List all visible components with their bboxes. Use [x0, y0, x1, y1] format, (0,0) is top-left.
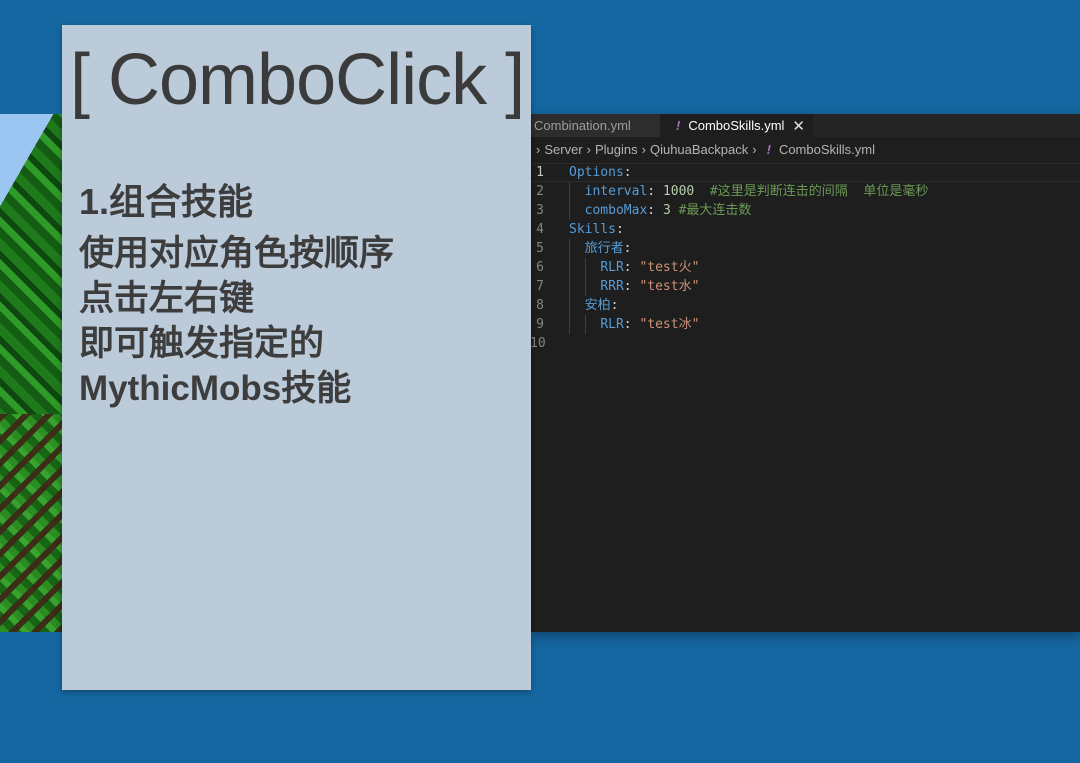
code-text: Skills:	[569, 220, 624, 239]
code-token: Options	[569, 165, 624, 180]
code-token: "test火"	[639, 260, 700, 275]
code-token: :	[623, 317, 640, 332]
line-number: 6	[536, 260, 544, 275]
yaml-file-icon: !	[676, 118, 681, 133]
chevron-right-icon: ›	[586, 141, 591, 157]
code-token: Skills	[569, 222, 616, 237]
line-number: 7	[536, 279, 544, 294]
tab-comboskills[interactable]: ! ComboSkills.yml ✕	[660, 114, 813, 137]
breadcrumb-item[interactable]: ComboSkills.yml	[779, 142, 875, 157]
line-number: 3	[536, 203, 544, 218]
code-token: 3	[662, 203, 671, 218]
tab-combination[interactable]: Combination.yml	[530, 114, 660, 137]
code-token: interval	[584, 184, 648, 199]
minecraft-background	[0, 114, 70, 632]
code-line[interactable]: 1 Options:	[530, 163, 1080, 182]
leaves-dirt-area	[0, 414, 70, 632]
code-editor-window: Combination.yml ! ComboSkills.yml ✕ › Se…	[530, 114, 1080, 632]
code-token: RRR	[600, 279, 624, 294]
yaml-file-icon: !	[766, 141, 771, 157]
code-token: :	[623, 241, 632, 256]
code-token: :	[615, 222, 624, 237]
card-title: [ ComboClick ]	[70, 40, 525, 120]
code-text: 安柏:	[569, 296, 619, 315]
card-heading: 1.组合技能	[79, 181, 254, 222]
line-number: 5	[536, 241, 544, 256]
code-text: RLR: "test冰"	[569, 315, 699, 334]
code-line[interactable]: 2 interval: 1000 #这里是判断连击的间隔 单位是毫秒	[530, 182, 1080, 201]
card-line: 使用对应角色按顺序	[79, 234, 395, 273]
code-token: :	[647, 203, 663, 218]
code-token: 安柏	[584, 298, 611, 313]
editor-tab-bar: Combination.yml ! ComboSkills.yml ✕	[530, 114, 1080, 137]
chevron-right-icon: ›	[752, 141, 757, 157]
code-token: RLR	[600, 260, 624, 275]
code-line[interactable]: 7 RRR: "test水"	[530, 277, 1080, 296]
code-text: RLR: "test火"	[569, 258, 699, 277]
line-number: 1	[536, 165, 544, 180]
code-token: :	[623, 165, 632, 180]
code-line[interactable]: 6 RLR: "test火"	[530, 258, 1080, 277]
tab-label: Combination.yml	[534, 118, 631, 133]
card-body: 使用对应角色按顺序 点击左右键 即可触发指定的 MythicMobs技能	[79, 231, 519, 411]
breadcrumb-item[interactable]: Plugins	[595, 142, 638, 157]
code-line[interactable]: 9 RLR: "test冰"	[530, 315, 1080, 334]
breadcrumb-item[interactable]: QiuhuaBackpack	[650, 142, 748, 157]
chevron-right-icon: ›	[536, 141, 541, 157]
code-token: #这里是判断连击的间隔 单位是毫秒	[709, 184, 929, 199]
sky-area	[0, 114, 70, 224]
card-line: 点击左右键	[79, 279, 255, 318]
card-line: 即可触发指定的	[79, 324, 325, 363]
tab-label: ComboSkills.yml	[688, 118, 785, 133]
line-number: 4	[536, 222, 544, 237]
code-token: :	[623, 260, 640, 275]
card-line: MythicMobs技能	[79, 369, 352, 408]
code-line[interactable]: 5 旅行者:	[530, 239, 1080, 258]
line-number: 9	[536, 317, 544, 332]
code-token: 1000	[662, 184, 695, 199]
chevron-right-icon: ›	[641, 141, 646, 157]
code-token: "test冰"	[639, 317, 700, 332]
code-token: 旅行者	[584, 241, 624, 256]
code-text: RRR: "test水"	[569, 277, 699, 296]
code-text: Options:	[569, 164, 632, 181]
info-card: [ ComboClick ] 1.组合技能 使用对应角色按顺序 点击左右键 即可…	[62, 25, 531, 690]
breadcrumb-item[interactable]: Server	[544, 142, 582, 157]
code-token: :	[610, 298, 619, 313]
code-token: "test水"	[639, 279, 700, 294]
line-number: 8	[536, 298, 544, 313]
code-line[interactable]: 8 安柏:	[530, 296, 1080, 315]
line-number: 2	[536, 184, 544, 199]
code-token: :	[623, 279, 640, 294]
code-token: RLR	[600, 317, 624, 332]
code-token: #最大连击数	[678, 203, 752, 218]
line-number: 10	[530, 336, 546, 351]
code-line[interactable]: 4 Skills:	[530, 220, 1080, 239]
code-text: comboMax: 3 #最大连击数	[569, 201, 752, 220]
code-line[interactable]: 10	[530, 334, 1080, 353]
code-text: 旅行者:	[569, 239, 632, 258]
close-icon[interactable]: ✕	[792, 117, 805, 135]
code-text: interval: 1000 #这里是判断连击的间隔 单位是毫秒	[569, 182, 929, 201]
code-token: :	[647, 184, 663, 199]
breadcrumb: › Server › Plugins › QiuhuaBackpack › ! …	[530, 138, 1080, 160]
code-token: comboMax	[584, 203, 648, 218]
code-area[interactable]: 1 Options: 2 interval: 1000 #这里是判断连击的间隔 单位…	[530, 163, 1080, 353]
code-line[interactable]: 3 comboMax: 3 #最大连击数	[530, 201, 1080, 220]
